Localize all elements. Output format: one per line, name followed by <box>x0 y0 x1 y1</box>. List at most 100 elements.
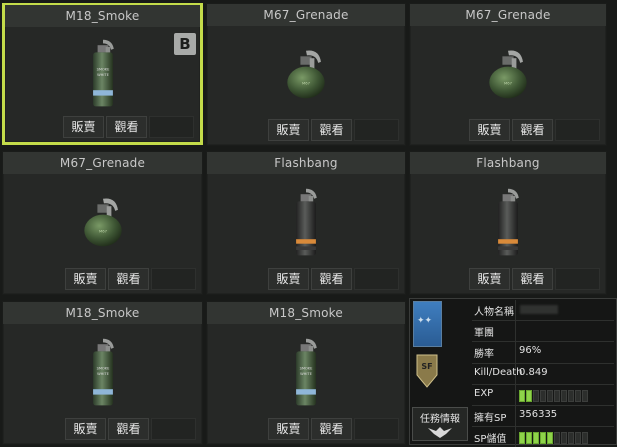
view-button[interactable]: 觀看 <box>512 268 553 290</box>
empty-button-slot <box>555 268 600 290</box>
item-card-4[interactable]: M67_Grenade 販賣 觀看 <box>2 151 203 295</box>
bar-segment <box>547 432 553 445</box>
wings-icon <box>428 427 452 438</box>
stat-label: 軍團 <box>474 328 494 340</box>
bar-segment <box>561 432 567 445</box>
item-image <box>9 30 196 118</box>
exp-progress-bar <box>519 389 588 402</box>
sell-button[interactable]: 販賣 <box>63 116 104 138</box>
bar-segment <box>519 389 525 402</box>
bar-segment <box>554 389 560 402</box>
item-card-8[interactable]: M18_Smoke 販賣 觀看 <box>206 301 406 445</box>
item-image <box>211 176 401 270</box>
item-name: M18_Smoke <box>207 302 405 324</box>
view-button[interactable]: 觀看 <box>311 119 352 141</box>
stat-label: EXP <box>474 387 494 399</box>
bar-segment <box>533 432 539 445</box>
smoke-grenade-icon <box>85 37 121 111</box>
bar-segment <box>526 432 532 445</box>
svg-text:SF: SF <box>421 362 432 371</box>
sell-button[interactable]: 販賣 <box>469 268 510 290</box>
stat-row-winrate: 勝率 96% <box>472 342 614 364</box>
frag-grenade-icon <box>480 47 536 103</box>
item-name: M18_Smoke <box>3 302 202 324</box>
bar-segment <box>533 389 539 402</box>
bar-segment <box>554 432 560 445</box>
smoke-grenade-icon <box>85 336 121 410</box>
view-button[interactable]: 觀看 <box>108 268 149 290</box>
frag-grenade-icon <box>75 195 131 251</box>
bar-segment <box>582 389 588 402</box>
item-name: M67_Grenade <box>3 152 202 174</box>
view-button[interactable]: 觀看 <box>108 418 149 440</box>
smoke-grenade-icon <box>288 336 324 410</box>
sell-button[interactable]: 販賣 <box>469 119 510 141</box>
empty-button-slot <box>555 119 600 141</box>
stat-value: 0.849 <box>519 366 548 378</box>
mission-info-label: 任務情報 <box>420 414 460 425</box>
bar-segment <box>526 389 532 402</box>
view-button[interactable]: 觀看 <box>311 268 352 290</box>
stat-row-sp-stored: SP儲值 <box>472 427 614 447</box>
hidden-player-name <box>520 305 558 314</box>
item-card-2[interactable]: M67_Grenade 販賣 觀看 <box>206 3 406 146</box>
sp-progress-bar <box>519 432 588 445</box>
bar-segment <box>575 432 581 445</box>
bar-segment <box>568 389 574 402</box>
view-button[interactable]: 觀看 <box>311 418 352 440</box>
empty-button-slot <box>354 418 399 440</box>
bar-segment <box>561 389 567 402</box>
rank-stars-icon: ✦✦ <box>417 316 433 326</box>
item-card-1[interactable]: M18_Smoke B 販賣 觀看 <box>2 3 203 145</box>
empty-button-slot <box>151 268 196 290</box>
item-card-5[interactable]: Flashbang 販賣 觀看 <box>206 151 406 295</box>
sell-button[interactable]: 販賣 <box>65 418 106 440</box>
item-image <box>7 176 198 270</box>
bar-segment <box>547 389 553 402</box>
item-image <box>211 28 401 121</box>
stat-row-exp: EXP <box>472 384 614 406</box>
flashbang-icon <box>490 186 526 260</box>
rank-insignia-icon: ✦✦ <box>413 301 442 347</box>
frag-grenade-icon <box>278 47 334 103</box>
bar-segment <box>540 432 546 445</box>
sell-button[interactable]: 販賣 <box>268 418 309 440</box>
view-button[interactable]: 觀看 <box>512 119 553 141</box>
empty-button-slot <box>149 116 194 138</box>
bar-segment <box>540 389 546 402</box>
item-card-6[interactable]: Flashbang 販賣 觀看 <box>409 151 607 295</box>
item-image <box>7 326 198 420</box>
item-card-3[interactable]: M67_Grenade 販賣 觀看 <box>409 3 607 146</box>
item-image <box>414 28 602 121</box>
bar-segment <box>568 432 574 445</box>
player-stats-table: 人物名稱 軍團 勝率 96% Kill/Death 0.849 EXP 擁有SP… <box>472 300 614 447</box>
item-image <box>211 326 401 420</box>
sell-button[interactable]: 販賣 <box>268 268 309 290</box>
stat-value: 356335 <box>519 408 558 420</box>
clan-emblem-icon: SF <box>413 349 440 393</box>
sell-button[interactable]: 販賣 <box>268 119 309 141</box>
empty-button-slot <box>354 268 399 290</box>
empty-button-slot <box>354 119 399 141</box>
flashbang-icon <box>288 186 324 260</box>
item-name: M67_Grenade <box>207 4 405 26</box>
empty-button-slot <box>151 418 196 440</box>
mission-info-button[interactable]: 任務情報 <box>412 407 468 441</box>
bar-segment <box>519 432 525 445</box>
stat-label: Kill/Death <box>474 366 523 378</box>
stat-label: 人物名稱 <box>474 307 514 318</box>
item-name: M67_Grenade <box>410 4 606 26</box>
sell-button[interactable]: 販賣 <box>65 268 106 290</box>
stat-label: SP儲值 <box>474 434 507 446</box>
item-name: M18_Smoke <box>5 5 200 27</box>
view-button[interactable]: 觀看 <box>106 116 147 138</box>
stat-row-kd: Kill/Death 0.849 <box>472 363 614 385</box>
stat-label: 勝率 <box>474 349 494 361</box>
player-info-panel: ✦✦ SF 任務情報 人物名稱 軍團 勝率 96% Kill/Death 0.8… <box>409 298 617 447</box>
stat-row-sp: 擁有SP 356335 <box>472 405 614 428</box>
stat-row-name: 人物名稱 <box>472 300 614 322</box>
bar-segment <box>582 432 588 445</box>
item-name: Flashbang <box>207 152 405 174</box>
item-card-7[interactable]: M18_Smoke 販賣 觀看 <box>2 301 203 445</box>
stat-value: 96% <box>519 345 542 357</box>
